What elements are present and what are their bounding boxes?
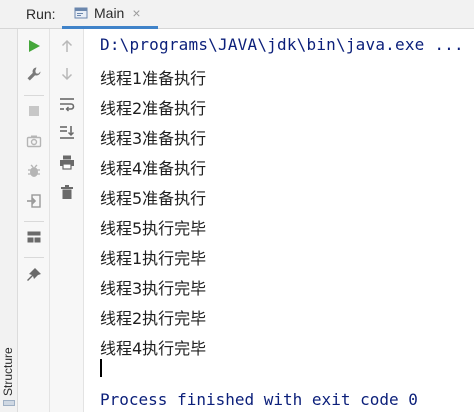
console-line: 线程3执行完毕 — [100, 279, 207, 298]
run-config-icon — [74, 7, 88, 19]
console-line: 线程3准备执行 — [100, 129, 207, 148]
console-line: 线程1准备执行 — [100, 69, 207, 88]
next-occurrence-button[interactable] — [55, 62, 79, 86]
stop-icon — [29, 106, 39, 116]
scroll-to-end-button[interactable] — [55, 120, 79, 144]
tab-main[interactable]: Main × — [62, 0, 158, 29]
trash-icon — [61, 185, 73, 199]
edit-configuration-button[interactable] — [22, 62, 46, 86]
wrench-icon — [27, 67, 41, 81]
console-line: 线程4执行完毕 — [100, 339, 207, 358]
exit-icon — [27, 194, 41, 208]
toolbar-separator — [24, 95, 44, 96]
down-arrow-icon — [61, 68, 73, 81]
debug-button[interactable] — [22, 159, 46, 183]
scroll-to-end-icon — [60, 126, 75, 139]
run-toolbar-left — [18, 29, 50, 412]
layout-icon — [27, 231, 41, 243]
close-icon[interactable]: × — [132, 5, 140, 21]
exit-message: Process finished with exit code 0 — [100, 390, 418, 409]
clear-all-button[interactable] — [55, 180, 79, 204]
stop-button[interactable] — [22, 99, 46, 123]
pin-tab-button[interactable] — [22, 263, 46, 287]
run-toolbar-right — [50, 29, 84, 412]
pin-icon — [27, 268, 41, 281]
dump-threads-button[interactable] — [22, 129, 46, 153]
console-line: 线程5执行完毕 — [100, 219, 207, 238]
bug-icon — [28, 164, 40, 177]
run-tool-window-header: Run: Main × — [0, 0, 474, 29]
console-line: 线程5准备执行 — [100, 189, 207, 208]
print-button[interactable] — [55, 150, 79, 174]
up-arrow-icon — [61, 39, 73, 52]
print-icon — [60, 155, 74, 170]
run-label: Run: — [26, 6, 56, 22]
toolbar-separator — [24, 221, 44, 222]
soft-wrap-icon — [60, 98, 75, 112]
console-line: 线程2执行完毕 — [100, 309, 207, 328]
camera-icon — [26, 135, 42, 148]
rerun-button[interactable] — [22, 34, 46, 58]
console-output[interactable]: D:\programs\JAVA\jdk\bin\java.exe ... 线程… — [84, 29, 474, 412]
tab-main-label: Main — [94, 5, 125, 21]
structure-tab-label[interactable]: Structure — [1, 347, 15, 396]
previous-occurrence-button[interactable] — [55, 34, 79, 58]
console-line: 线程4准备执行 — [100, 159, 207, 178]
restore-layout-button[interactable] — [22, 225, 46, 249]
exit-button[interactable] — [22, 189, 46, 213]
console-line: 线程1执行完毕 — [100, 249, 207, 268]
run-icon — [29, 40, 40, 52]
structure-icon[interactable] — [3, 400, 15, 406]
soft-wrap-button[interactable] — [55, 92, 79, 116]
text-caret — [100, 359, 102, 377]
toolbar-separator — [24, 257, 44, 258]
command-line: D:\programs\JAVA\jdk\bin\java.exe ... — [100, 35, 464, 54]
console-line: 线程2准备执行 — [100, 99, 207, 118]
